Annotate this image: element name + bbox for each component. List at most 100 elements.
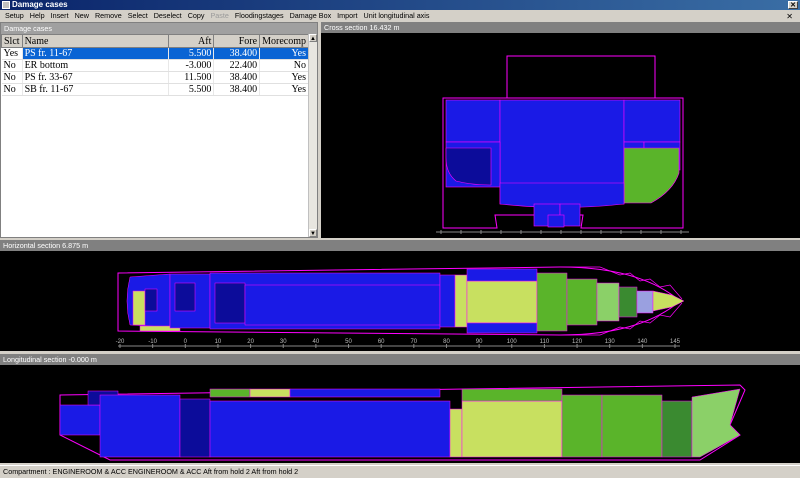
col-slct[interactable]: Slct: [1, 34, 23, 48]
menu-remove[interactable]: Remove: [92, 10, 125, 22]
table-row[interactable]: No PS fr. 33-67 11.500 38.400 Yes: [1, 71, 309, 84]
compartment: [536, 272, 568, 332]
compartment: [466, 322, 538, 334]
scroll-up-icon[interactable]: ▲: [309, 34, 317, 42]
compartment: [214, 282, 246, 324]
compartment: [618, 286, 638, 318]
cell-morecomp[interactable]: Yes: [259, 83, 309, 96]
menu-deselect[interactable]: Deselect: [151, 10, 185, 22]
ruler-tick-label: 0: [184, 339, 188, 345]
compartment: [623, 147, 680, 204]
compartment: [652, 290, 685, 312]
ruler-tick-label: 60: [378, 339, 385, 345]
cell-aft[interactable]: -3.000: [168, 59, 215, 72]
scroll-down-icon[interactable]: ▼: [309, 229, 317, 237]
ruler-tick-label: 30: [280, 339, 287, 345]
menu-new[interactable]: New: [72, 10, 92, 22]
compartment: [132, 290, 146, 326]
longitudinal-section-drawing[interactable]: [0, 365, 800, 463]
cell-fore[interactable]: 38.400: [213, 71, 261, 84]
compartment: [466, 280, 538, 324]
cell-slct[interactable]: No: [1, 59, 23, 72]
ruler-tick-label: 40: [313, 339, 320, 345]
cell-slct[interactable]: Yes: [1, 47, 23, 60]
compartment: [636, 290, 654, 314]
compartment: [209, 388, 251, 398]
cross-section-title: Cross section 16.432 m: [321, 22, 800, 33]
col-aft[interactable]: Aft: [167, 34, 215, 48]
cell-name[interactable]: ER bottom: [22, 59, 169, 72]
ruler-tick-label: 50: [345, 339, 352, 345]
compartment: [566, 278, 598, 326]
menu-help[interactable]: Help: [27, 10, 48, 22]
table-row[interactable]: No SB fr. 11-67 5.500 38.400 Yes: [1, 83, 309, 96]
compartment: [179, 398, 211, 458]
ruler-tick-label: 100: [507, 339, 518, 345]
ruler-tick-label: 20: [247, 339, 254, 345]
horizontal-section-panel[interactable]: Horizontal section 6.875 m -20 -10 0 10 …: [0, 240, 800, 351]
ruler-tick-label: 130: [605, 339, 616, 345]
table-header-row: Slct Name Aft Fore Morecomp: [1, 34, 309, 48]
table-row[interactable]: Yes PS fr. 11-67 5.500 38.400 Yes: [1, 47, 309, 60]
compartment: [99, 394, 181, 458]
cell-name[interactable]: PS fr. 11-67: [22, 47, 169, 60]
ruler-tick-label: 120: [572, 339, 583, 345]
compartment: [461, 388, 563, 402]
ruler-tick-label: 145: [670, 339, 681, 345]
ruler-tick-label: 140: [637, 339, 648, 345]
cell-name[interactable]: SB fr. 11-67: [22, 83, 169, 96]
cell-aft[interactable]: 5.500: [168, 47, 215, 60]
cell-morecomp[interactable]: Yes: [259, 71, 309, 84]
compartment: [601, 394, 663, 458]
menu-setup[interactable]: Setup: [2, 10, 27, 22]
compartment: [439, 274, 456, 328]
compartment: [661, 400, 693, 458]
cell-fore[interactable]: 38.400: [213, 47, 261, 60]
compartment: [59, 404, 101, 436]
menu-damage-box[interactable]: Damage Box: [287, 10, 335, 22]
status-bar: Compartment : ENGINEROOM & ACC ENGINEROO…: [0, 465, 800, 478]
menu-unit-longitudinal-axis[interactable]: Unit longitudinal axis: [361, 10, 433, 22]
menu-import[interactable]: Import: [334, 10, 360, 22]
compartment: [454, 274, 468, 328]
compartment: [244, 284, 441, 326]
app-icon: [2, 1, 10, 9]
cell-name[interactable]: PS fr. 33-67: [22, 71, 169, 84]
cell-slct[interactable]: No: [1, 71, 23, 84]
cell-slct[interactable]: No: [1, 83, 23, 96]
compartment: [466, 268, 538, 282]
ruler-tick-label: -10: [148, 339, 157, 345]
compartment: [449, 408, 463, 458]
horizontal-section-drawing[interactable]: -20 -10 0 10 20 30 40 50 60 70 80 90 100 110 120 130 140…: [0, 251, 800, 351]
menu-insert[interactable]: Insert: [48, 10, 72, 22]
ruler-tick-label: 80: [443, 339, 450, 345]
cross-section-panel[interactable]: Cross section 16.432 m: [321, 22, 800, 238]
cell-morecomp[interactable]: Yes: [259, 47, 309, 60]
ruler-tick-label: 110: [540, 339, 550, 345]
col-name[interactable]: Name: [21, 34, 169, 48]
cross-section-drawing[interactable]: [321, 33, 800, 238]
longitudinal-section-panel[interactable]: Longitudinal section -0.000 m: [0, 354, 800, 463]
cell-fore[interactable]: 22.400: [213, 59, 261, 72]
compartment: [249, 388, 291, 398]
compartment: [461, 400, 563, 458]
title-bar: Damage cases ✕: [0, 0, 800, 10]
longitudinal-section-title: Longitudinal section -0.000 m: [0, 354, 800, 365]
menu-select[interactable]: Select: [125, 10, 151, 22]
window-title: Damage cases: [12, 0, 68, 9]
compartment: [547, 214, 565, 228]
damage-cases-panel: Damage cases Slct Name Aft Fore Morecomp…: [0, 22, 318, 238]
close-icon[interactable]: ✕: [788, 1, 798, 9]
cell-aft[interactable]: 5.500: [168, 83, 215, 96]
table-scrollbar[interactable]: ▲ ▼: [308, 34, 317, 237]
cell-aft[interactable]: 11.500: [168, 71, 215, 84]
cell-fore[interactable]: 38.400: [213, 83, 261, 96]
menu-bar: Setup Help Insert New Remove Select Dese…: [0, 10, 800, 22]
table-row[interactable]: No ER bottom -3.000 22.400 No: [1, 59, 309, 72]
menu-copy[interactable]: Copy: [185, 10, 208, 22]
compartment: [174, 282, 196, 312]
cell-morecomp[interactable]: No: [259, 59, 309, 72]
col-fore[interactable]: Fore: [213, 34, 261, 48]
menu-floodingstages[interactable]: Floodingstages: [232, 10, 287, 22]
col-morecomp[interactable]: Morecomp: [259, 34, 309, 48]
